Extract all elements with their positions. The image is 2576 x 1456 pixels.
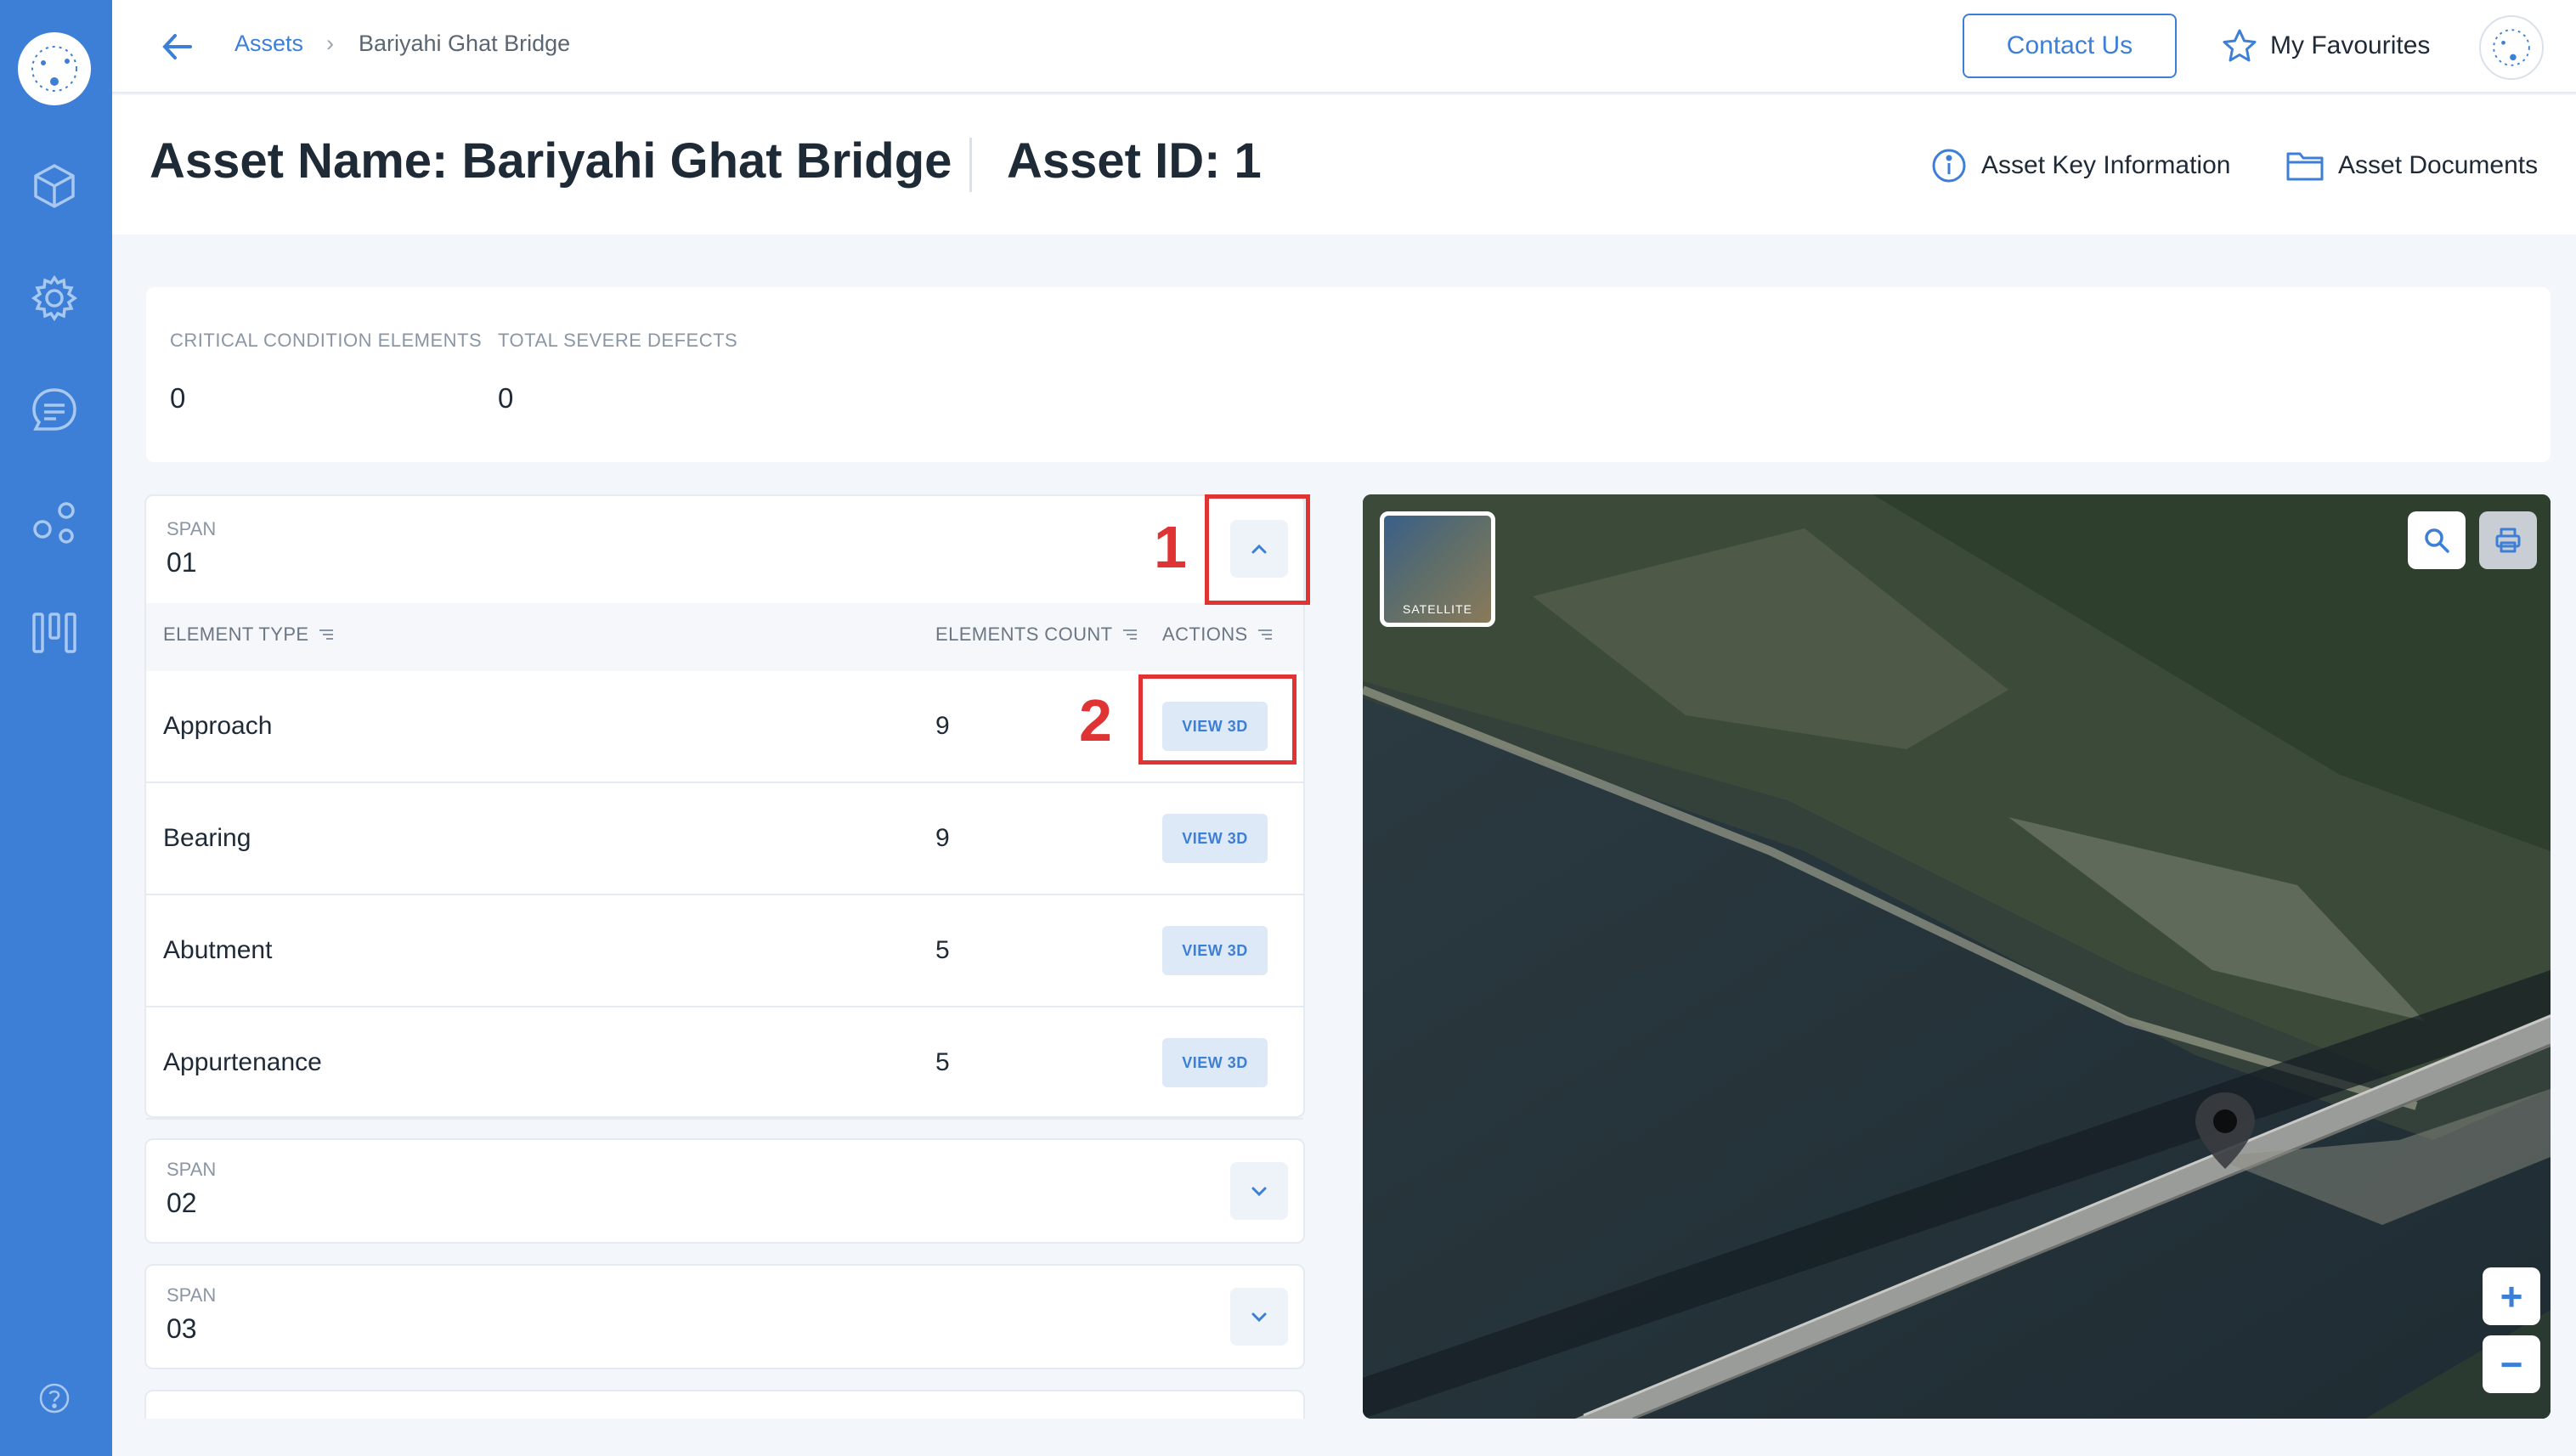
header-divider <box>969 138 972 192</box>
folder-icon <box>2286 152 2324 181</box>
table-row: Bearing 9 VIEW 3D <box>146 783 1303 895</box>
severe-defects-label: TOTAL SEVERE DEFECTS <box>498 330 738 351</box>
breadcrumb-separator: › <box>326 31 334 56</box>
logo[interactable] <box>18 32 91 105</box>
zoom-out-button[interactable]: − <box>2483 1335 2540 1393</box>
asset-header: Asset Name: Bariyahi Ghat Bridge Asset I… <box>112 95 2576 234</box>
critical-condition-label: CRITICAL CONDITION ELEMENTS <box>170 330 483 351</box>
dashboard-icon[interactable] <box>26 605 82 661</box>
elements-count-header: ELEMENTS COUNT <box>935 624 1113 645</box>
column-header-elements-count[interactable]: ELEMENTS COUNT <box>935 624 1138 646</box>
cube-icon[interactable] <box>26 158 82 214</box>
asset-key-information-label: Asset Key Information <box>1981 151 2231 179</box>
contact-us-button[interactable]: Contact Us <box>1963 14 2177 78</box>
my-favourites-link[interactable]: My Favourites <box>2221 19 2430 73</box>
span-value: 03 <box>167 1313 197 1344</box>
gear-icon[interactable] <box>26 270 82 326</box>
stats-card: CRITICAL CONDITION ELEMENTS 0 TOTAL SEVE… <box>146 287 2551 462</box>
chevron-down-icon <box>1251 1187 1267 1197</box>
location-pin-icon[interactable] <box>2190 1089 2260 1174</box>
map-print-button[interactable] <box>2479 511 2537 569</box>
critical-condition-value: 0 <box>170 382 186 414</box>
span-value: 02 <box>167 1188 197 1218</box>
annotation-box-2 <box>1138 674 1296 765</box>
satellite-layer-thumbnail[interactable]: SATELLITE <box>1380 511 1495 627</box>
annotation-number-2: 2 <box>1079 687 1112 753</box>
annotation-number-1: 1 <box>1154 514 1187 580</box>
chevron-down-icon <box>1251 1312 1267 1323</box>
asset-id-title: Asset ID: 1 <box>1007 133 1262 189</box>
span-card-01: SPAN 01 ELEMENT TYPE ELEMENTS COUNT ACTI… <box>144 494 1305 1120</box>
span-label: SPAN <box>167 518 217 539</box>
span-label: SPAN <box>167 1284 217 1306</box>
column-header-element-type[interactable]: ELEMENT TYPE <box>163 624 335 646</box>
help-icon[interactable] <box>37 1381 71 1415</box>
table-header: ELEMENT TYPE ELEMENTS COUNT ACTIONS <box>146 603 1303 671</box>
elements-count-cell: 5 <box>935 936 950 964</box>
chat-icon[interactable] <box>26 382 82 438</box>
actions-header: ACTIONS <box>1162 624 1248 645</box>
view-3d-button[interactable]: VIEW 3D <box>1162 1038 1268 1087</box>
search-icon <box>2425 528 2449 553</box>
expand-span-button[interactable] <box>1230 1162 1288 1220</box>
element-type-cell: Bearing <box>163 824 251 852</box>
span-card-03[interactable]: SPAN 03 <box>144 1264 1305 1369</box>
view-3d-button[interactable]: VIEW 3D <box>1162 814 1268 863</box>
map-search-button[interactable] <box>2408 511 2466 569</box>
elements-count-cell: 9 <box>935 712 950 740</box>
sort-icon <box>1257 629 1272 640</box>
satellite-map[interactable]: SATELLITE + − <box>1363 494 2551 1419</box>
back-arrow-icon[interactable] <box>156 25 199 68</box>
avatar[interactable] <box>2479 15 2544 80</box>
print-icon <box>2495 528 2521 553</box>
map-imagery <box>1363 494 2551 1419</box>
table-row: Abutment 5 VIEW 3D <box>146 895 1303 1007</box>
zoom-in-button[interactable]: + <box>2483 1267 2540 1325</box>
favourites-label: My Favourites <box>2270 31 2431 59</box>
severe-defects-value: 0 <box>498 382 514 414</box>
asset-name-title: Asset Name: Bariyahi Ghat Bridge <box>150 133 952 189</box>
element-type-cell: Appurtenance <box>163 1048 322 1076</box>
asset-key-information-link[interactable]: Asset Key Information <box>1930 146 2230 185</box>
breadcrumb-assets-link[interactable]: Assets <box>234 31 303 57</box>
span-label: SPAN <box>167 1159 217 1180</box>
star-icon <box>2223 29 2257 62</box>
logo-icon <box>31 46 77 92</box>
span-card-02[interactable]: SPAN 02 <box>144 1138 1305 1244</box>
user-avatar-icon <box>2493 29 2530 66</box>
span-list: SPAN 01 ELEMENT TYPE ELEMENTS COUNT ACTI… <box>144 494 1305 1419</box>
sort-icon <box>1122 629 1137 640</box>
sort-icon <box>319 629 333 640</box>
asset-documents-link[interactable]: Asset Documents <box>2285 146 2538 185</box>
asset-documents-label: Asset Documents <box>2338 151 2539 179</box>
element-type-cell: Abutment <box>163 936 273 964</box>
top-bar: Assets › Bariyahi Ghat Bridge Contact Us… <box>112 0 2576 93</box>
elements-count-cell: 5 <box>935 1048 950 1076</box>
annotation-box-1 <box>1205 494 1310 605</box>
table-row: Approach 9 VIEW 3D <box>146 671 1303 783</box>
breadcrumb-current: Bariyahi Ghat Bridge <box>359 31 571 56</box>
table-row: Appurtenance 5 VIEW 3D <box>146 1007 1303 1120</box>
satellite-label: SATELLITE <box>1403 602 1472 616</box>
elements-count-cell: 9 <box>935 824 950 852</box>
column-header-actions[interactable]: ACTIONS <box>1162 624 1274 646</box>
view-3d-button[interactable]: VIEW 3D <box>1162 926 1268 975</box>
sidebar <box>0 0 112 1456</box>
span-card-04[interactable] <box>144 1390 1305 1419</box>
expand-span-button[interactable] <box>1230 1288 1288 1346</box>
network-icon[interactable] <box>26 494 82 550</box>
span-value: 01 <box>167 547 197 578</box>
element-type-cell: Approach <box>163 712 273 740</box>
info-icon <box>1932 149 1966 183</box>
element-type-header: ELEMENT TYPE <box>163 624 309 645</box>
